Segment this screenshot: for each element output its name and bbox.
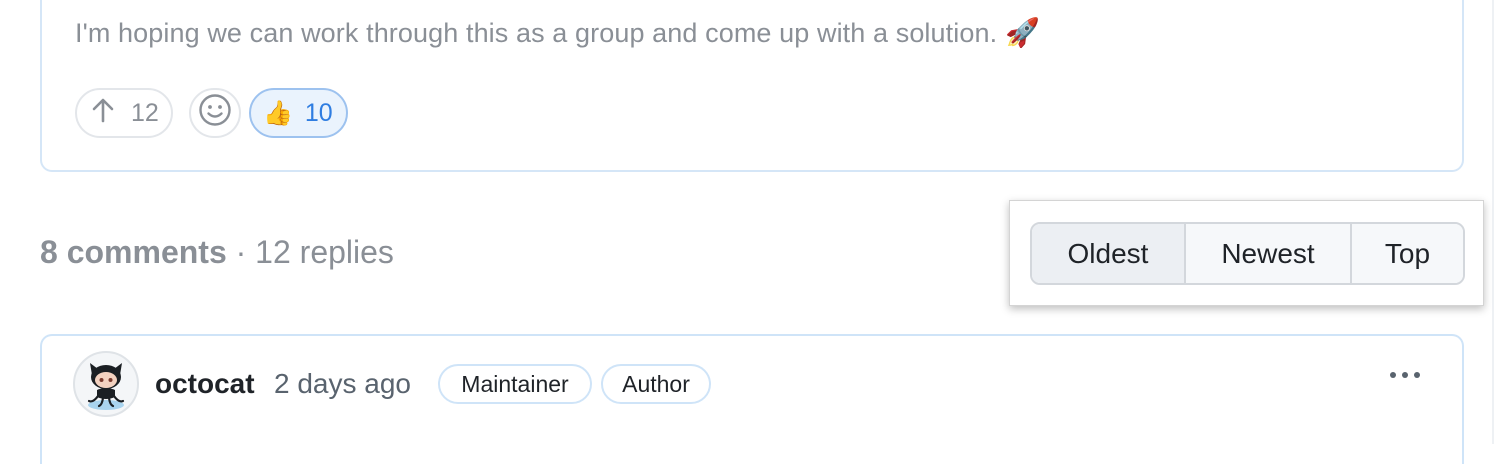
post-body: I'm hoping we can work through this as a… bbox=[75, 16, 1040, 49]
comment-timestamp[interactable]: 2 days ago bbox=[274, 368, 411, 400]
summary-separator: · bbox=[226, 234, 256, 270]
comments-count: 8 comments bbox=[40, 234, 227, 270]
sort-control-popout: Oldest Newest Top bbox=[1009, 200, 1484, 306]
arrow-up-icon bbox=[91, 97, 115, 130]
post-body-text: I'm hoping we can work through this as a… bbox=[75, 18, 998, 48]
thumbs-up-reaction-button[interactable]: 👍 10 bbox=[249, 88, 348, 138]
sort-segmented-control: Oldest Newest Top bbox=[1030, 222, 1465, 285]
sort-top-button[interactable]: Top bbox=[1350, 224, 1463, 283]
comment-author-link[interactable]: octocat bbox=[155, 368, 255, 400]
sort-oldest-button[interactable]: Oldest bbox=[1032, 224, 1184, 283]
upvote-button[interactable]: 12 bbox=[75, 88, 173, 138]
discussion-post-card: I'm hoping we can work through this as a… bbox=[40, 0, 1464, 172]
kebab-menu-icon[interactable] bbox=[1385, 354, 1425, 396]
smiley-icon bbox=[198, 93, 232, 134]
octocat-avatar[interactable] bbox=[73, 351, 139, 417]
author-badge: Author bbox=[601, 364, 711, 404]
replies-count: 12 replies bbox=[255, 234, 394, 270]
add-reaction-button[interactable] bbox=[189, 88, 241, 138]
page-edge-divider bbox=[1492, 0, 1494, 444]
thumbs-up-count: 10 bbox=[304, 98, 333, 127]
thumbs-up-icon: 👍 bbox=[263, 99, 293, 127]
sort-newest-button[interactable]: Newest bbox=[1184, 224, 1350, 283]
comments-summary: 8 comments · 12 replies bbox=[40, 234, 394, 271]
comment-card: octocat 2 days ago Maintainer Author bbox=[40, 334, 1464, 464]
maintainer-badge: Maintainer bbox=[438, 364, 592, 404]
upvote-count: 12 bbox=[131, 98, 159, 127]
rocket-emoji-icon: 🚀 bbox=[1005, 17, 1041, 48]
